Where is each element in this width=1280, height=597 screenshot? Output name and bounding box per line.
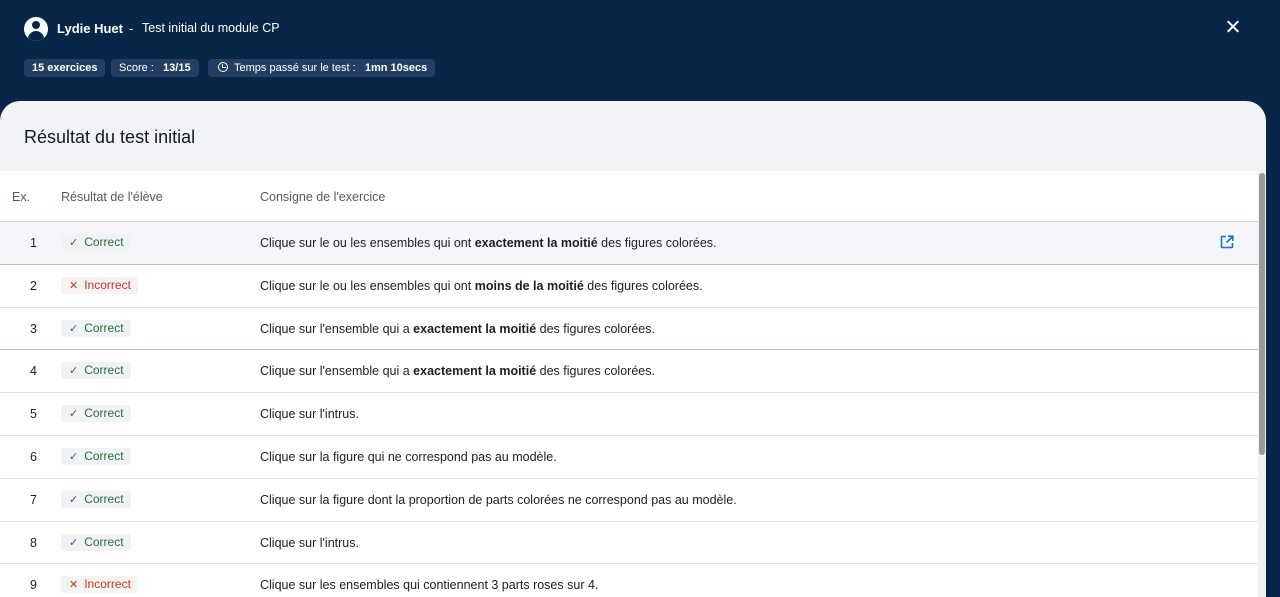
- alarm-clock-icon: [218, 62, 228, 72]
- exercise-instruction: Clique sur la figure qui ne correspond p…: [260, 449, 557, 464]
- title-separator: -: [129, 21, 134, 36]
- check-icon: ✓: [69, 450, 79, 463]
- header-ex: Ex.: [12, 190, 31, 204]
- result-badge: ✓ Correct: [61, 319, 131, 337]
- exercise-instruction: Clique sur l'intrus.: [260, 407, 359, 422]
- check-icon: ✓: [69, 493, 79, 506]
- exercise-instruction: Clique sur l'ensemble qui a exactement l…: [260, 364, 655, 379]
- header-result: Résultat de l'élève: [61, 190, 163, 204]
- panel-title: Résultat du test initial: [24, 127, 196, 147]
- exercise-instruction: Clique sur la figure dont la proportion …: [260, 492, 737, 507]
- score-chip: Score : 13/15: [111, 59, 199, 77]
- exercise-number: 9: [30, 578, 37, 593]
- table-row[interactable]: 7 ✓ Correct Clique sur la figure dont la pr…: [0, 479, 1258, 522]
- result-badge: ✕ Incorrect: [61, 276, 138, 294]
- exercise-instruction: Clique sur le ou les ensembles qui ont m…: [260, 278, 703, 293]
- check-icon: ✓: [69, 322, 79, 335]
- result-badge: ✓ Correct: [61, 234, 131, 251]
- table-body: 1 ✓ Correct Clique sur le ou les ensembles …: [0, 222, 1258, 597]
- table-row[interactable]: 3 ✓ Correct Clique sur l'ensemble qui a exa…: [0, 308, 1258, 351]
- exercise-number: 1: [30, 236, 37, 250]
- open-in-new-icon[interactable]: [1220, 235, 1234, 249]
- table-row[interactable]: 6 ✓ Correct Clique sur la figure qui ne cor…: [0, 436, 1258, 479]
- exercise-number: 7: [30, 492, 37, 507]
- exercise-instruction: Clique sur les ensembles qui contiennent…: [260, 578, 599, 593]
- header-instruction: Consigne de l'exercice: [260, 190, 386, 204]
- check-icon: ✓: [69, 365, 79, 378]
- exercise-number: 2: [30, 278, 37, 293]
- table-row[interactable]: 2 ✕ Incorrect Clique sur le ou les ensemble…: [0, 265, 1258, 308]
- exercise-instruction: Clique sur l'ensemble qui a exactement l…: [260, 321, 655, 336]
- exercise-instruction: Clique sur le ou les ensembles qui ont e…: [260, 236, 717, 250]
- table-row[interactable]: 9 ✕ Incorrect Clique sur les ensembles qui …: [0, 564, 1258, 597]
- student-name: Lydie Huet: [57, 21, 123, 36]
- result-badge: ✓ Correct: [61, 362, 131, 380]
- module-title: Test initial du module CP: [142, 21, 280, 35]
- table-row[interactable]: 1 ✓ Correct Clique sur le ou les ensembles …: [0, 222, 1258, 265]
- results-panel: Résultat du test initial Ex. Résultat de…: [0, 101, 1266, 597]
- results-table: Ex. Résultat de l'élève Consigne de l'ex…: [0, 171, 1258, 597]
- close-icon[interactable]: [1222, 16, 1244, 38]
- exercises-count-chip: 15 exercices: [24, 59, 106, 77]
- table-header: Ex. Résultat de l'élève Consigne de l'ex…: [0, 171, 1258, 222]
- exercise-instruction: Clique sur l'intrus.: [260, 535, 359, 550]
- cross-icon: ✕: [69, 579, 79, 592]
- user-avatar-icon: [24, 17, 48, 41]
- scrollbar-thumb[interactable]: [1259, 173, 1265, 455]
- check-icon: ✓: [69, 237, 79, 249]
- table-row[interactable]: 8 ✓ Correct Clique sur l'intrus.: [0, 522, 1258, 565]
- exercise-number: 6: [30, 449, 37, 464]
- result-badge: ✓ Correct: [61, 490, 131, 508]
- exercise-number: 3: [30, 321, 37, 336]
- exercise-number: 5: [30, 407, 37, 422]
- result-badge: ✓ Correct: [61, 447, 131, 465]
- table-row[interactable]: 4 ✓ Correct Clique sur l'ensemble qui a exa…: [0, 350, 1258, 394]
- check-icon: ✓: [69, 536, 79, 549]
- cross-icon: ✕: [69, 279, 79, 292]
- result-badge: ✓ Correct: [61, 405, 131, 423]
- time-spent-chip: Temps passé sur le test : 1mn 10secs: [208, 59, 436, 77]
- header: Lydie Huet - Test initial du module CP 1…: [0, 0, 1280, 110]
- exercise-number: 4: [30, 364, 37, 379]
- check-icon: ✓: [69, 408, 79, 421]
- result-badge: ✕ Incorrect: [61, 576, 138, 594]
- table-row[interactable]: 5 ✓ Correct Clique sur l'intrus.: [0, 393, 1258, 436]
- exercise-number: 8: [30, 535, 37, 550]
- result-badge: ✓ Correct: [61, 533, 131, 551]
